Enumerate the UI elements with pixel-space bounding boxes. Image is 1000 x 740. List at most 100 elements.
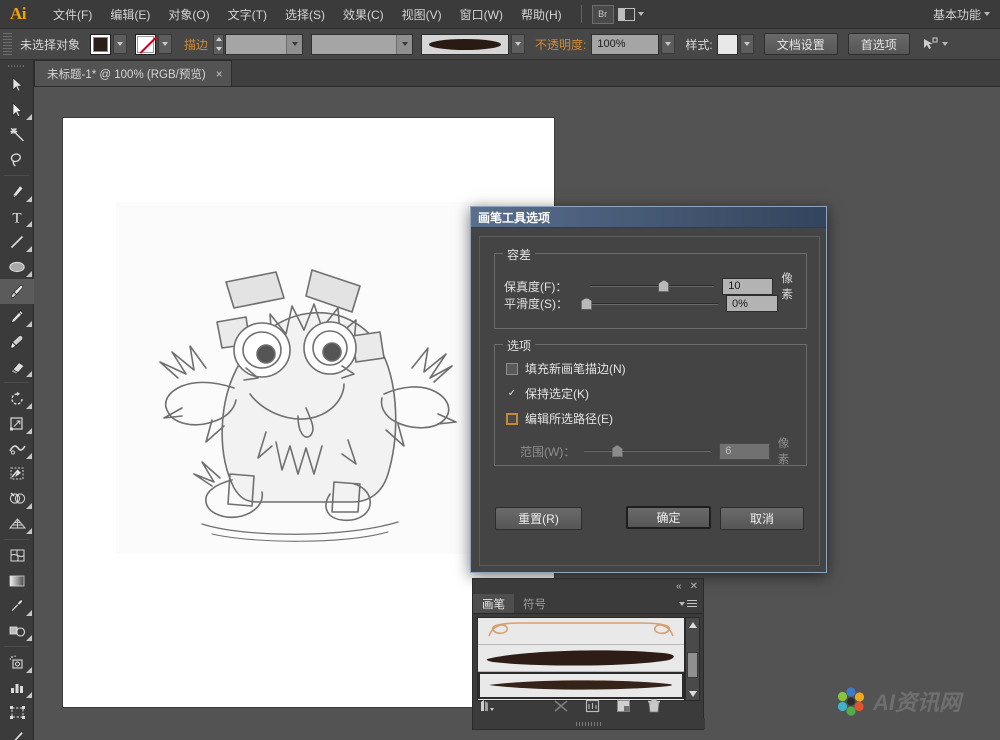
fill-new-brush-strokes-checkbox[interactable] bbox=[506, 362, 518, 375]
paintbrush-tool[interactable] bbox=[0, 279, 34, 304]
reset-button[interactable]: 重置(R) bbox=[495, 507, 582, 530]
slider-knob[interactable] bbox=[658, 280, 670, 292]
smoothness-input[interactable]: 0% bbox=[726, 295, 778, 312]
stroke-weight-stepper[interactable] bbox=[213, 33, 225, 55]
brush-item-calligraphic[interactable] bbox=[478, 618, 684, 645]
shape-builder-tool[interactable] bbox=[0, 486, 34, 511]
cancel-button[interactable]: 取消 bbox=[720, 507, 804, 530]
menu-select[interactable]: 选择(S) bbox=[276, 1, 334, 28]
free-transform-tool[interactable] bbox=[0, 461, 34, 486]
ellipse-tool[interactable] bbox=[0, 254, 34, 279]
options-of-selected-object-icon[interactable] bbox=[585, 699, 600, 718]
brush-list[interactable] bbox=[477, 617, 685, 701]
width-tool[interactable] bbox=[0, 436, 34, 461]
magic-wand-tool[interactable] bbox=[0, 122, 34, 147]
menu-window[interactable]: 窗口(W) bbox=[451, 1, 512, 28]
new-brush-icon[interactable] bbox=[616, 699, 631, 718]
chevron-down-icon[interactable] bbox=[286, 34, 303, 54]
stroke-weight-combo[interactable] bbox=[225, 33, 304, 55]
brush-list-scrollbar[interactable] bbox=[685, 617, 700, 701]
fill-color-swatch[interactable] bbox=[90, 33, 112, 55]
menu-help[interactable]: 帮助(H) bbox=[512, 1, 571, 28]
stroke-profile-combo[interactable] bbox=[311, 33, 414, 55]
document-setup-button[interactable]: 文档设置 bbox=[763, 33, 838, 55]
eraser-tool[interactable] bbox=[0, 354, 34, 379]
preferences-button[interactable]: 首选项 bbox=[847, 33, 910, 55]
edit-selected-paths-row[interactable]: 编辑所选路径(E) bbox=[506, 410, 613, 427]
symbol-sprayer-tool[interactable] bbox=[0, 650, 34, 675]
menu-object[interactable]: 对象(O) bbox=[159, 1, 218, 28]
slider-knob[interactable] bbox=[611, 445, 623, 457]
range-slider[interactable] bbox=[583, 444, 712, 458]
keep-selected-row[interactable]: ✓ 保持选定(K) bbox=[506, 385, 589, 402]
direct-selection-tool[interactable] bbox=[0, 97, 34, 122]
perspective-grid-tool[interactable] bbox=[0, 511, 34, 536]
placed-sketch-image[interactable] bbox=[116, 202, 488, 554]
mesh-tool[interactable] bbox=[0, 543, 34, 568]
panel-menu-button[interactable] bbox=[676, 594, 703, 613]
remove-brush-stroke-icon[interactable] bbox=[553, 699, 569, 718]
opacity-input[interactable]: 100% bbox=[591, 33, 660, 55]
scroll-up-icon[interactable] bbox=[686, 618, 699, 631]
brush-definition-dropdown[interactable] bbox=[511, 34, 526, 54]
opacity-dropdown-button[interactable] bbox=[661, 34, 676, 54]
eyedropper-tool[interactable] bbox=[0, 593, 34, 618]
arrange-documents-icon[interactable] bbox=[617, 6, 644, 23]
menu-type[interactable]: 文字(T) bbox=[219, 1, 276, 28]
close-icon[interactable]: ✕ bbox=[690, 581, 698, 592]
fidelity-slider[interactable] bbox=[590, 279, 715, 293]
smoothness-slider[interactable] bbox=[581, 297, 718, 311]
document-tab[interactable]: 未标题-1* @ 100% (RGB/预览) × bbox=[34, 60, 232, 86]
scrollbar-thumb[interactable] bbox=[687, 652, 698, 678]
edit-selected-paths-checkbox[interactable] bbox=[506, 412, 518, 425]
menu-file[interactable]: 文件(F) bbox=[44, 1, 101, 28]
panel-resize-grip[interactable] bbox=[473, 718, 705, 729]
column-graph-tool[interactable] bbox=[0, 675, 34, 700]
style-dropdown-button[interactable] bbox=[739, 34, 754, 54]
stroke-color-swatch[interactable] bbox=[135, 33, 157, 55]
select-similar-objects-button[interactable] bbox=[922, 37, 948, 52]
brush-definition-preview[interactable] bbox=[421, 33, 510, 55]
keep-selected-checkbox[interactable]: ✓ bbox=[506, 388, 518, 400]
pen-tool[interactable] bbox=[0, 179, 34, 204]
lasso-tool[interactable] bbox=[0, 147, 34, 172]
tab-symbols[interactable]: 符号 bbox=[514, 594, 555, 613]
brush-tool-options-dialog[interactable]: 画笔工具选项 容差 保真度(F)： 10 像素 平滑度(S)： 0% 选项 填充… bbox=[470, 206, 827, 573]
dialog-title-bar[interactable]: 画笔工具选项 bbox=[471, 207, 826, 228]
collapse-icon[interactable]: « bbox=[676, 581, 682, 592]
brush-item-tapered-thick[interactable] bbox=[478, 645, 684, 672]
tab-brushes[interactable]: 画笔 bbox=[473, 594, 514, 613]
panel-title-bar[interactable]: « ✕ bbox=[473, 579, 703, 594]
slice-tool[interactable] bbox=[0, 725, 34, 740]
menu-edit[interactable]: 编辑(E) bbox=[101, 1, 159, 28]
workspace-switcher[interactable]: 基本功能 bbox=[933, 6, 1000, 23]
fill-new-brush-strokes-row[interactable]: 填充新画笔描边(N) bbox=[506, 360, 626, 377]
selection-tool[interactable] bbox=[0, 72, 34, 97]
slider-knob[interactable] bbox=[581, 297, 592, 310]
close-icon[interactable]: × bbox=[216, 68, 223, 80]
artboard-tool[interactable] bbox=[0, 700, 34, 725]
brush-item-tapered-thin[interactable] bbox=[478, 672, 684, 699]
chevron-down-icon[interactable] bbox=[396, 34, 413, 54]
menu-effect[interactable]: 效果(C) bbox=[334, 1, 393, 28]
brush-libraries-menu-icon[interactable] bbox=[479, 699, 497, 718]
bridge-icon[interactable]: Br bbox=[591, 4, 614, 24]
pencil-tool[interactable] bbox=[0, 304, 34, 329]
menu-view[interactable]: 视图(V) bbox=[393, 1, 451, 28]
graphic-style-swatch[interactable] bbox=[716, 33, 738, 55]
scale-tool[interactable] bbox=[0, 411, 34, 436]
brushes-panel[interactable]: « ✕ 画笔 符号 bbox=[472, 578, 705, 730]
stroke-dropdown-button[interactable] bbox=[158, 34, 173, 54]
gradient-tool[interactable] bbox=[0, 568, 34, 593]
blend-tool[interactable] bbox=[0, 618, 34, 643]
line-segment-tool[interactable] bbox=[0, 229, 34, 254]
ok-button[interactable]: 确定 bbox=[626, 506, 711, 529]
blob-brush-tool[interactable] bbox=[0, 329, 34, 354]
opacity-label[interactable]: 不透明度: bbox=[535, 36, 586, 53]
stroke-label[interactable]: 描边 bbox=[184, 36, 208, 53]
fill-dropdown-button[interactable] bbox=[113, 34, 128, 54]
range-input[interactable]: 6 bbox=[719, 442, 770, 460]
fidelity-input[interactable]: 10 bbox=[722, 277, 774, 295]
control-bar-grip[interactable] bbox=[3, 33, 12, 55]
tools-panel-grip[interactable] bbox=[0, 60, 33, 72]
